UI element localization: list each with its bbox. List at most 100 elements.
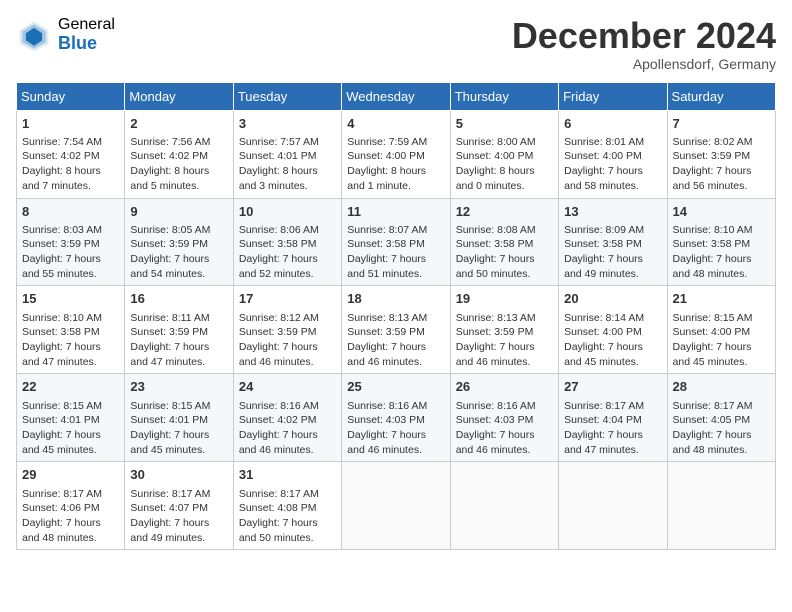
- calendar-cell: 14 Sunrise: 8:10 AMSunset: 3:58 PMDayligh…: [667, 198, 775, 286]
- day-number: 10: [239, 203, 336, 221]
- day-info: Daylight: 7 hours and 46 minutes.: [347, 428, 444, 457]
- day-info: Sunset: 3:59 PM: [673, 149, 770, 164]
- calendar-cell: 11Sunrise: 8:07 AMSunset: 3:58 PMDayligh…: [342, 198, 450, 286]
- day-info: Daylight: 7 hours and 48 minutes.: [673, 428, 770, 457]
- day-number: 4: [347, 115, 444, 133]
- logo-general: General: [58, 16, 115, 34]
- day-info: Daylight: 7 hours and 45 minutes.: [673, 340, 770, 369]
- day-info: Daylight: 7 hours and 52 minutes.: [239, 252, 336, 281]
- day-info: Sunrise: 8:15 AM: [22, 399, 119, 414]
- calendar-cell: [559, 462, 667, 550]
- day-info: Sunset: 4:05 PM: [673, 413, 770, 428]
- day-info: Sunrise: 8:01 AM: [564, 135, 661, 150]
- day-info: Daylight: 7 hours and 48 minutes.: [673, 252, 770, 281]
- day-info: Sunset: 4:00 PM: [347, 149, 444, 164]
- day-info: Sunrise: 8:00 AM: [456, 135, 553, 150]
- day-info: Sunrise: 8:09 AM: [564, 223, 661, 238]
- day-number: 19: [456, 290, 553, 308]
- day-number: 7: [673, 115, 770, 133]
- day-number: 26: [456, 378, 553, 396]
- day-info: Sunset: 4:03 PM: [456, 413, 553, 428]
- day-number: 27: [564, 378, 661, 396]
- logo: General Blue: [16, 16, 115, 53]
- day-of-week-wednesday: Wednesday: [342, 82, 450, 110]
- day-info: Daylight: 7 hours and 49 minutes.: [130, 516, 227, 545]
- day-number: 25: [347, 378, 444, 396]
- day-info: Sunrise: 8:03 AM: [22, 223, 119, 238]
- day-info: Sunset: 3:58 PM: [456, 237, 553, 252]
- day-info: Sunrise: 8:14 AM: [564, 311, 661, 326]
- day-of-week-friday: Friday: [559, 82, 667, 110]
- calendar-cell: [667, 462, 775, 550]
- calendar-cell: 26Sunrise: 8:16 AMSunset: 4:03 PMDayligh…: [450, 374, 558, 462]
- calendar-cell: 19Sunrise: 8:13 AMSunset: 3:59 PMDayligh…: [450, 286, 558, 374]
- day-number: 2: [130, 115, 227, 133]
- day-number: 28: [673, 378, 770, 396]
- day-number: 3: [239, 115, 336, 133]
- logo-icon: [16, 17, 52, 53]
- calendar-cell: 20Sunrise: 8:14 AMSunset: 4:00 PMDayligh…: [559, 286, 667, 374]
- day-info: Daylight: 7 hours and 55 minutes.: [22, 252, 119, 281]
- day-info: Sunset: 3:58 PM: [673, 237, 770, 252]
- day-info: Daylight: 7 hours and 46 minutes.: [456, 428, 553, 457]
- day-info: Sunrise: 8:06 AM: [239, 223, 336, 238]
- calendar-cell: 27 Sunrise: 8:17 AMSunset: 4:04 PMDayligh…: [559, 374, 667, 462]
- day-info: Daylight: 7 hours and 46 minutes.: [239, 428, 336, 457]
- day-info: Sunset: 4:02 PM: [239, 413, 336, 428]
- day-info: Daylight: 7 hours and 51 minutes.: [347, 252, 444, 281]
- day-info: Sunset: 3:59 PM: [130, 325, 227, 340]
- day-of-week-saturday: Saturday: [667, 82, 775, 110]
- day-info: Sunrise: 8:13 AM: [347, 311, 444, 326]
- day-info: Sunrise: 8:17 AM: [564, 399, 661, 414]
- day-number: 20: [564, 290, 661, 308]
- calendar-cell: 24Sunrise: 8:16 AMSunset: 4:02 PMDayligh…: [233, 374, 341, 462]
- day-info: Sunset: 4:04 PM: [564, 413, 661, 428]
- day-number: 22: [22, 378, 119, 396]
- month-title: December 2024: [512, 16, 776, 56]
- calendar-cell: 15Sunrise: 8:10 AMSunset: 3:58 PMDayligh…: [17, 286, 125, 374]
- day-number: 6: [564, 115, 661, 133]
- day-info: Sunrise: 8:16 AM: [239, 399, 336, 414]
- day-info: Daylight: 7 hours and 47 minutes.: [564, 428, 661, 457]
- day-info: Sunset: 4:01 PM: [22, 413, 119, 428]
- calendar-cell: 31Sunrise: 8:17 AMSunset: 4:08 PMDayligh…: [233, 462, 341, 550]
- calendar-cell: 6Sunrise: 8:01 AMSunset: 4:00 PMDaylight…: [559, 110, 667, 198]
- day-info: Daylight: 7 hours and 48 minutes.: [22, 516, 119, 545]
- calendar-cell: 8Sunrise: 8:03 AMSunset: 3:59 PMDaylight…: [17, 198, 125, 286]
- day-info: Daylight: 7 hours and 46 minutes.: [239, 340, 336, 369]
- calendar-cell: 29Sunrise: 8:17 AMSunset: 4:06 PMDayligh…: [17, 462, 125, 550]
- day-info: Daylight: 7 hours and 45 minutes.: [22, 428, 119, 457]
- day-info: Sunrise: 8:10 AM: [22, 311, 119, 326]
- day-number: 5: [456, 115, 553, 133]
- day-info: Sunrise: 8:13 AM: [456, 311, 553, 326]
- calendar-cell: 21Sunrise: 8:15 AMSunset: 4:00 PMDayligh…: [667, 286, 775, 374]
- day-info: Daylight: 7 hours and 45 minutes.: [564, 340, 661, 369]
- day-info: Daylight: 8 hours and 7 minutes.: [22, 164, 119, 193]
- day-info: Sunrise: 7:59 AM: [347, 135, 444, 150]
- day-number: 16: [130, 290, 227, 308]
- calendar-cell: 4 Sunrise: 7:59 AMSunset: 4:00 PMDaylight…: [342, 110, 450, 198]
- day-info: Sunrise: 8:10 AM: [673, 223, 770, 238]
- calendar-cell: 3Sunrise: 7:57 AMSunset: 4:01 PMDaylight…: [233, 110, 341, 198]
- calendar-table: SundayMondayTuesdayWednesdayThursdayFrid…: [16, 82, 776, 551]
- day-of-week-monday: Monday: [125, 82, 233, 110]
- day-number: 30: [130, 466, 227, 484]
- day-info: Sunset: 3:59 PM: [22, 237, 119, 252]
- day-number: 21: [673, 290, 770, 308]
- calendar-cell: 23Sunrise: 8:15 AMSunset: 4:01 PMDayligh…: [125, 374, 233, 462]
- day-info: Sunrise: 8:05 AM: [130, 223, 227, 238]
- day-number: 11: [347, 203, 444, 221]
- day-info: Sunrise: 8:17 AM: [130, 487, 227, 502]
- day-info: Sunrise: 8:17 AM: [22, 487, 119, 502]
- day-info: Sunset: 4:06 PM: [22, 501, 119, 516]
- calendar-cell: 12Sunrise: 8:08 AMSunset: 3:58 PMDayligh…: [450, 198, 558, 286]
- day-number: 14: [673, 203, 770, 221]
- day-info: Sunrise: 7:54 AM: [22, 135, 119, 150]
- day-info: Daylight: 8 hours and 1 minute.: [347, 164, 444, 193]
- calendar-week-3: 15Sunrise: 8:10 AMSunset: 3:58 PMDayligh…: [17, 286, 776, 374]
- day-info: Sunrise: 8:17 AM: [673, 399, 770, 414]
- logo-text: General Blue: [58, 16, 115, 53]
- day-of-week-tuesday: Tuesday: [233, 82, 341, 110]
- day-info: Sunset: 3:58 PM: [22, 325, 119, 340]
- calendar-cell: 28 Sunrise: 8:17 AMSunset: 4:05 PMDayligh…: [667, 374, 775, 462]
